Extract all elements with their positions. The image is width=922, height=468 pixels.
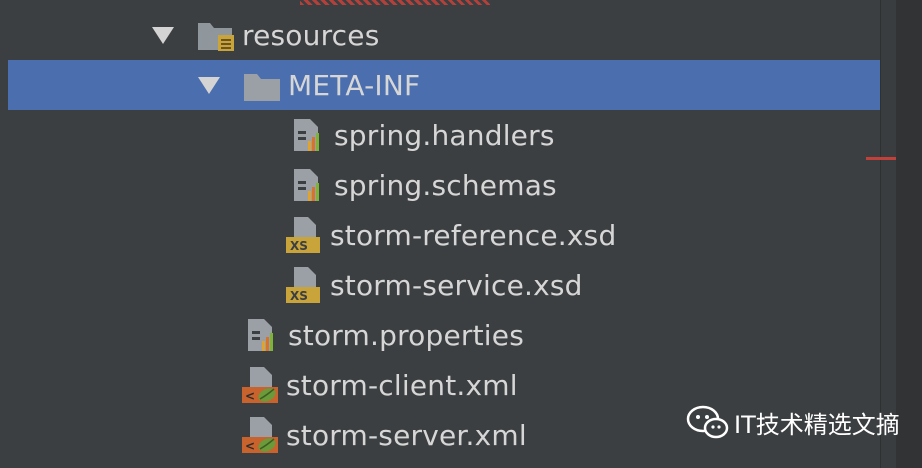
error-marker (866, 157, 896, 160)
svg-text:XS: XS (290, 239, 308, 253)
tree-row-label: resources (242, 18, 380, 52)
tree-row-label: spring.schemas (334, 168, 557, 202)
error-underline (300, 0, 490, 5)
svg-text:XS: XS (290, 289, 308, 303)
xsd-file-icon: XS (286, 267, 320, 303)
right-gutter (896, 0, 922, 468)
tree-row-label: storm-server.xml (286, 418, 527, 452)
tree-row-label: storm.properties (288, 318, 524, 352)
tree-row-storm-client-xml[interactable]: < storm-client.xml (0, 360, 880, 410)
tree-row-spring-handlers[interactable]: spring.handlers (0, 110, 880, 160)
resources-folder-icon (198, 23, 234, 51)
folder-icon (244, 74, 280, 101)
spring-xml-file-icon: < (242, 367, 278, 403)
svg-text:<: < (245, 439, 255, 453)
wechat-icon (686, 405, 729, 439)
properties-file-icon (294, 169, 319, 201)
tree-row-resources[interactable]: resources (0, 10, 880, 60)
tree-row-storm-reference-xsd[interactable]: XS storm-reference.xsd (0, 210, 880, 260)
watermark-text: IT技术精选文摘 (734, 410, 900, 439)
tree-row-label: storm-service.xsd (330, 268, 583, 302)
tree-row-label: META-INF (288, 68, 421, 102)
spring-xml-file-icon: < (242, 417, 278, 453)
watermark: IT技术精选文摘 (686, 404, 900, 440)
tree-row-label: storm-reference.xsd (330, 218, 617, 252)
tree-row-label: storm-client.xml (286, 368, 518, 402)
tree-row-meta-inf[interactable]: META-INF (8, 60, 896, 110)
expand-arrow-icon[interactable] (198, 76, 220, 94)
svg-text:<: < (245, 389, 255, 403)
tree-row-storm-service-xsd[interactable]: XS storm-service.xsd (0, 260, 880, 310)
tree-row-spring-schemas[interactable]: spring.schemas (0, 160, 880, 210)
editor-divider (880, 0, 897, 468)
expand-arrow-icon[interactable] (152, 26, 174, 44)
tree-row-label: spring.handlers (334, 118, 555, 152)
properties-file-icon (294, 119, 319, 151)
project-tree: resources META-INF spring.handlers sprin… (0, 0, 896, 468)
properties-file-icon (248, 319, 273, 351)
xsd-file-icon: XS (286, 217, 320, 253)
tree-row-storm-properties[interactable]: storm.properties (0, 310, 880, 360)
